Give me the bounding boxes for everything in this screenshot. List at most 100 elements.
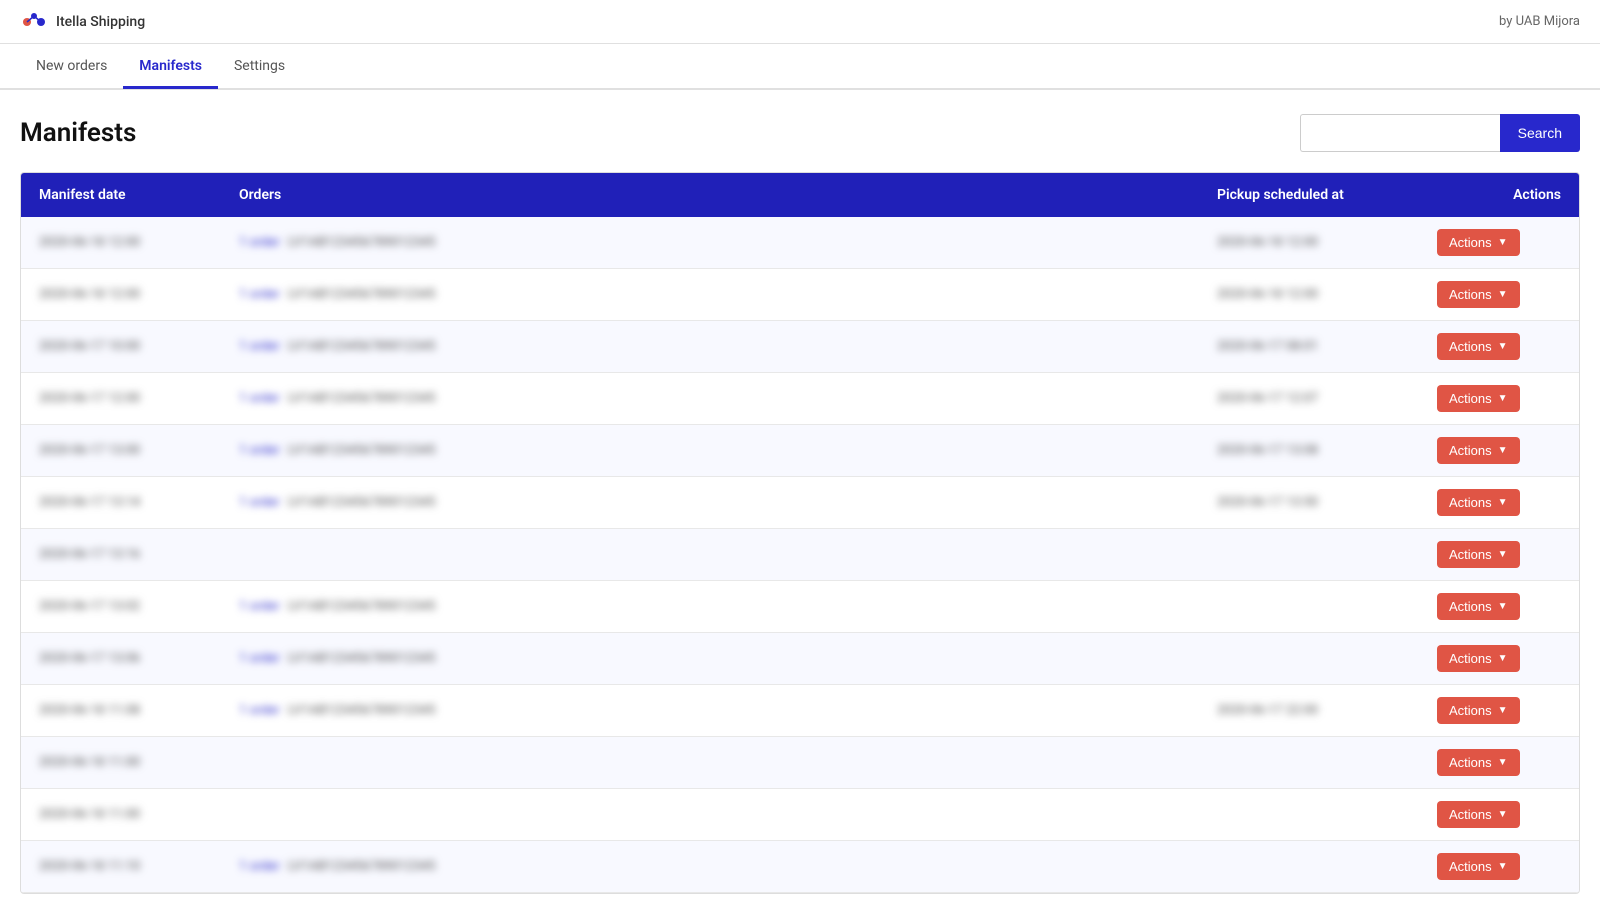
- cell-actions: Actions ▼: [1419, 321, 1579, 373]
- chevron-down-icon: ▼: [1498, 601, 1508, 612]
- manifests-table-container: Manifest date Orders Pickup scheduled at…: [20, 172, 1580, 894]
- order-count-link[interactable]: 1 order: [239, 859, 280, 874]
- chevron-down-icon: ▼: [1498, 809, 1508, 820]
- order-count-link[interactable]: 1 order: [239, 651, 280, 666]
- table-row: 2020-06-18 12:00 1 order LV1AB123456789012…: [21, 269, 1579, 321]
- cell-date: 2020-06-17 13:00: [21, 425, 221, 477]
- manifest-date: 2020-06-17 13:16: [39, 547, 140, 562]
- pickup-date: 2020-06-17 08:01: [1217, 339, 1318, 354]
- table-row: 2020-06-17 13:00 1 order LV1AB123456789012…: [21, 425, 1579, 477]
- cell-date: 2020-06-17 13:02: [21, 581, 221, 633]
- main-content: Manifests Search Manifest date Orders Pi…: [0, 90, 1600, 918]
- order-cell: 1 order LV1AB123456789012345: [239, 443, 1181, 458]
- table-header: Manifest date Orders Pickup scheduled at…: [21, 173, 1579, 217]
- order-count-link[interactable]: 1 order: [239, 235, 280, 250]
- actions-button[interactable]: Actions ▼: [1437, 489, 1520, 516]
- actions-button[interactable]: Actions ▼: [1437, 541, 1520, 568]
- manifest-date: 2020-06-17 13:14: [39, 495, 140, 510]
- table-row: 2020-06-17 13:06 1 order LV1AB123456789012…: [21, 633, 1579, 685]
- manifest-date: 2020-06-18 11:10: [39, 859, 140, 874]
- actions-button[interactable]: Actions ▼: [1437, 853, 1520, 880]
- page-title: Manifests: [20, 118, 136, 148]
- cell-orders: [221, 789, 1199, 841]
- cell-pickup: 2020-06-18 12:00: [1199, 269, 1419, 321]
- cell-actions: Actions ▼: [1419, 841, 1579, 893]
- cell-date: 2020-06-17 13:14: [21, 477, 221, 529]
- table-row: 2020-06-18 11:00 Actions ▼: [21, 737, 1579, 789]
- actions-button[interactable]: Actions ▼: [1437, 697, 1520, 724]
- nav-item-manifests[interactable]: Manifests: [123, 46, 218, 89]
- cell-date: 2020-06-18 11:00: [21, 737, 221, 789]
- chevron-down-icon: ▼: [1498, 289, 1508, 300]
- actions-button[interactable]: Actions ▼: [1437, 801, 1520, 828]
- search-input[interactable]: [1300, 114, 1500, 152]
- table-row: 2020-06-17 12:001 orderLV1AB123456789012…: [21, 373, 1579, 425]
- order-id: LV1AB123456789012345: [288, 495, 436, 510]
- cell-actions: Actions ▼: [1419, 477, 1579, 529]
- manifest-date: 2020-06-17 13:00: [39, 443, 140, 458]
- cell-orders: [221, 529, 1199, 581]
- order-count-link[interactable]: 1 order: [239, 703, 280, 718]
- cell-actions: Actions ▼: [1419, 373, 1579, 425]
- cell-actions: Actions ▼: [1419, 789, 1579, 841]
- cell-orders: 1 order LV1AB123456789012345: [221, 477, 1199, 529]
- nav-item-settings[interactable]: Settings: [218, 46, 301, 89]
- order-count-link[interactable]: 1 order: [239, 287, 280, 302]
- order-id: LV1AB123456789012345: [288, 651, 436, 666]
- cell-date: 2020-06-17 13:06: [21, 633, 221, 685]
- search-button[interactable]: Search: [1500, 114, 1580, 152]
- table-row: 2020-06-17 10:001 orderLV1AB123456789012…: [21, 321, 1579, 373]
- table-body: 2020-06-18 12:00 1 order LV1AB123456789012…: [21, 217, 1579, 893]
- cell-orders: 1 orderLV1AB123456789012345: [221, 581, 1199, 633]
- actions-button[interactable]: Actions ▼: [1437, 593, 1520, 620]
- table-row: 2020-06-17 13:14 1 order LV1AB123456789012…: [21, 477, 1579, 529]
- manifest-date: 2020-06-17 12:00: [39, 391, 140, 406]
- cell-date: 2020-06-18 12:00: [21, 269, 221, 321]
- cell-orders: 1 order LV1AB123456789012345: [221, 425, 1199, 477]
- top-bar: Itella Shipping by UAB Mijora: [0, 0, 1600, 44]
- table-row: 2020-06-18 12:00 1 orderLV1AB123456789012…: [21, 217, 1579, 269]
- chevron-down-icon: ▼: [1498, 653, 1508, 664]
- order-cell: 1 orderLV1AB123456789012345: [239, 235, 1181, 250]
- table-row: 2020-06-17 13:02 1 orderLV1AB123456789012…: [21, 581, 1579, 633]
- chevron-down-icon: ▼: [1498, 341, 1508, 352]
- cell-actions: Actions ▼: [1419, 633, 1579, 685]
- order-count-link[interactable]: 1 order: [239, 443, 280, 458]
- actions-button[interactable]: Actions ▼: [1437, 229, 1520, 256]
- actions-button[interactable]: Actions ▼: [1437, 385, 1520, 412]
- order-id: LV1AB123456789012345: [288, 443, 436, 458]
- order-id: LV1AB123456789012345: [288, 287, 436, 302]
- table-row: 2020-06-18 11:101 orderLV1AB123456789012…: [21, 841, 1579, 893]
- pickup-date: 2020-06-18 12:00: [1217, 235, 1318, 250]
- manifest-date: 2020-06-18 12:00: [39, 235, 140, 250]
- cell-pickup: 2020-06-17 08:01: [1199, 321, 1419, 373]
- cell-pickup: [1199, 581, 1419, 633]
- chevron-down-icon: ▼: [1498, 861, 1508, 872]
- manifest-date: 2020-06-18 11:00: [39, 755, 140, 770]
- cell-pickup: [1199, 529, 1419, 581]
- nav-item-new-orders[interactable]: New orders: [20, 46, 123, 89]
- chevron-down-icon: ▼: [1498, 497, 1508, 508]
- table-row: 2020-06-17 13:16 Actions ▼: [21, 529, 1579, 581]
- order-cell: 1 order LV1AB123456789012345: [239, 651, 1181, 666]
- actions-button[interactable]: Actions ▼: [1437, 281, 1520, 308]
- actions-button[interactable]: Actions ▼: [1437, 333, 1520, 360]
- cell-pickup: [1199, 789, 1419, 841]
- order-count-link[interactable]: 1 order: [239, 391, 280, 406]
- order-cell: 1 order LV1AB123456789012345: [239, 287, 1181, 302]
- order-cell: 1 orderLV1AB123456789012345: [239, 599, 1181, 614]
- order-count-link[interactable]: 1 order: [239, 339, 280, 354]
- actions-button[interactable]: Actions ▼: [1437, 437, 1520, 464]
- manifest-date: 2020-06-17 13:02: [39, 599, 140, 614]
- cell-orders: 1 orderLV1AB123456789012345: [221, 685, 1199, 737]
- order-count-link[interactable]: 1 order: [239, 495, 280, 510]
- order-count-link[interactable]: 1 order: [239, 599, 280, 614]
- cell-date: 2020-06-18 11:00: [21, 789, 221, 841]
- actions-button[interactable]: Actions ▼: [1437, 749, 1520, 776]
- top-bar-left: Itella Shipping: [20, 8, 145, 36]
- table-header-row: Manifest date Orders Pickup scheduled at…: [21, 173, 1579, 217]
- cell-pickup: [1199, 737, 1419, 789]
- cell-actions: Actions ▼: [1419, 529, 1579, 581]
- order-cell: 1 orderLV1AB123456789012345: [239, 703, 1181, 718]
- actions-button[interactable]: Actions ▼: [1437, 645, 1520, 672]
